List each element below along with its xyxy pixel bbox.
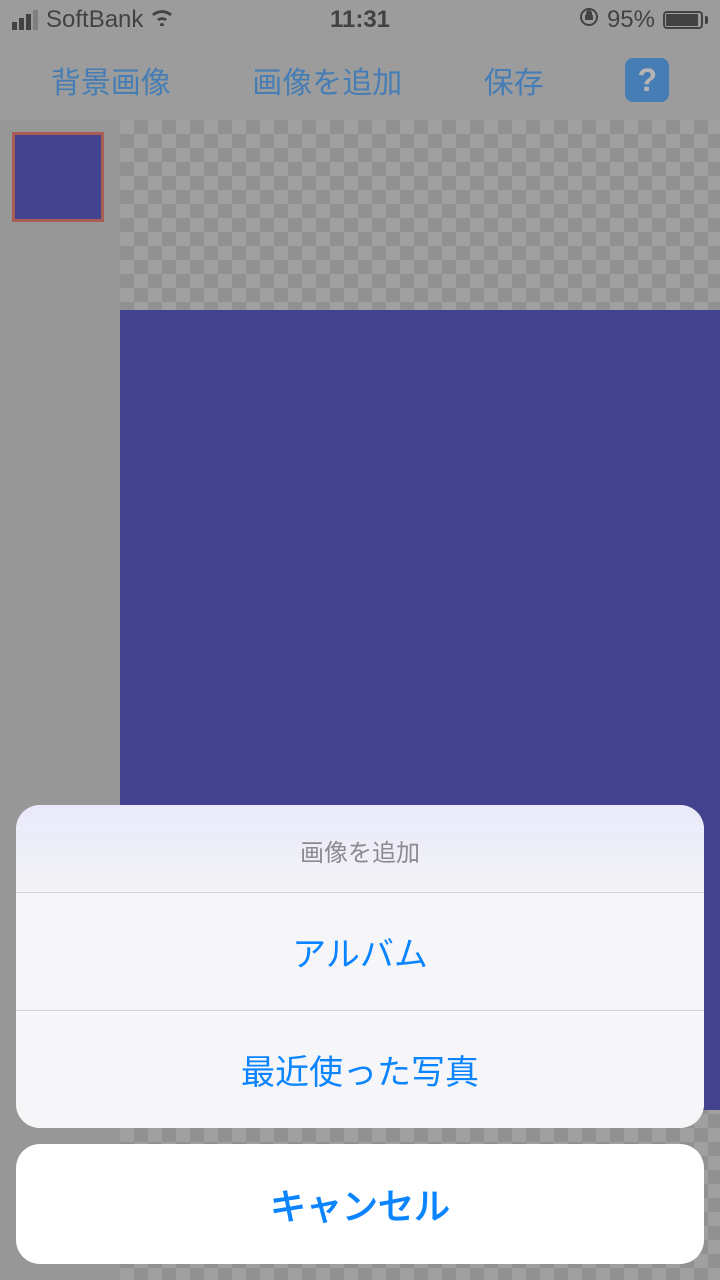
action-sheet-title: 画像を追加: [16, 805, 704, 893]
album-option[interactable]: アルバム: [16, 893, 704, 1011]
action-sheet: 画像を追加 アルバム 最近使った写真 キャンセル: [16, 805, 704, 1264]
cancel-button[interactable]: キャンセル: [16, 1144, 704, 1264]
action-sheet-options: 画像を追加 アルバム 最近使った写真: [16, 805, 704, 1128]
recent-photos-option[interactable]: 最近使った写真: [16, 1011, 704, 1128]
